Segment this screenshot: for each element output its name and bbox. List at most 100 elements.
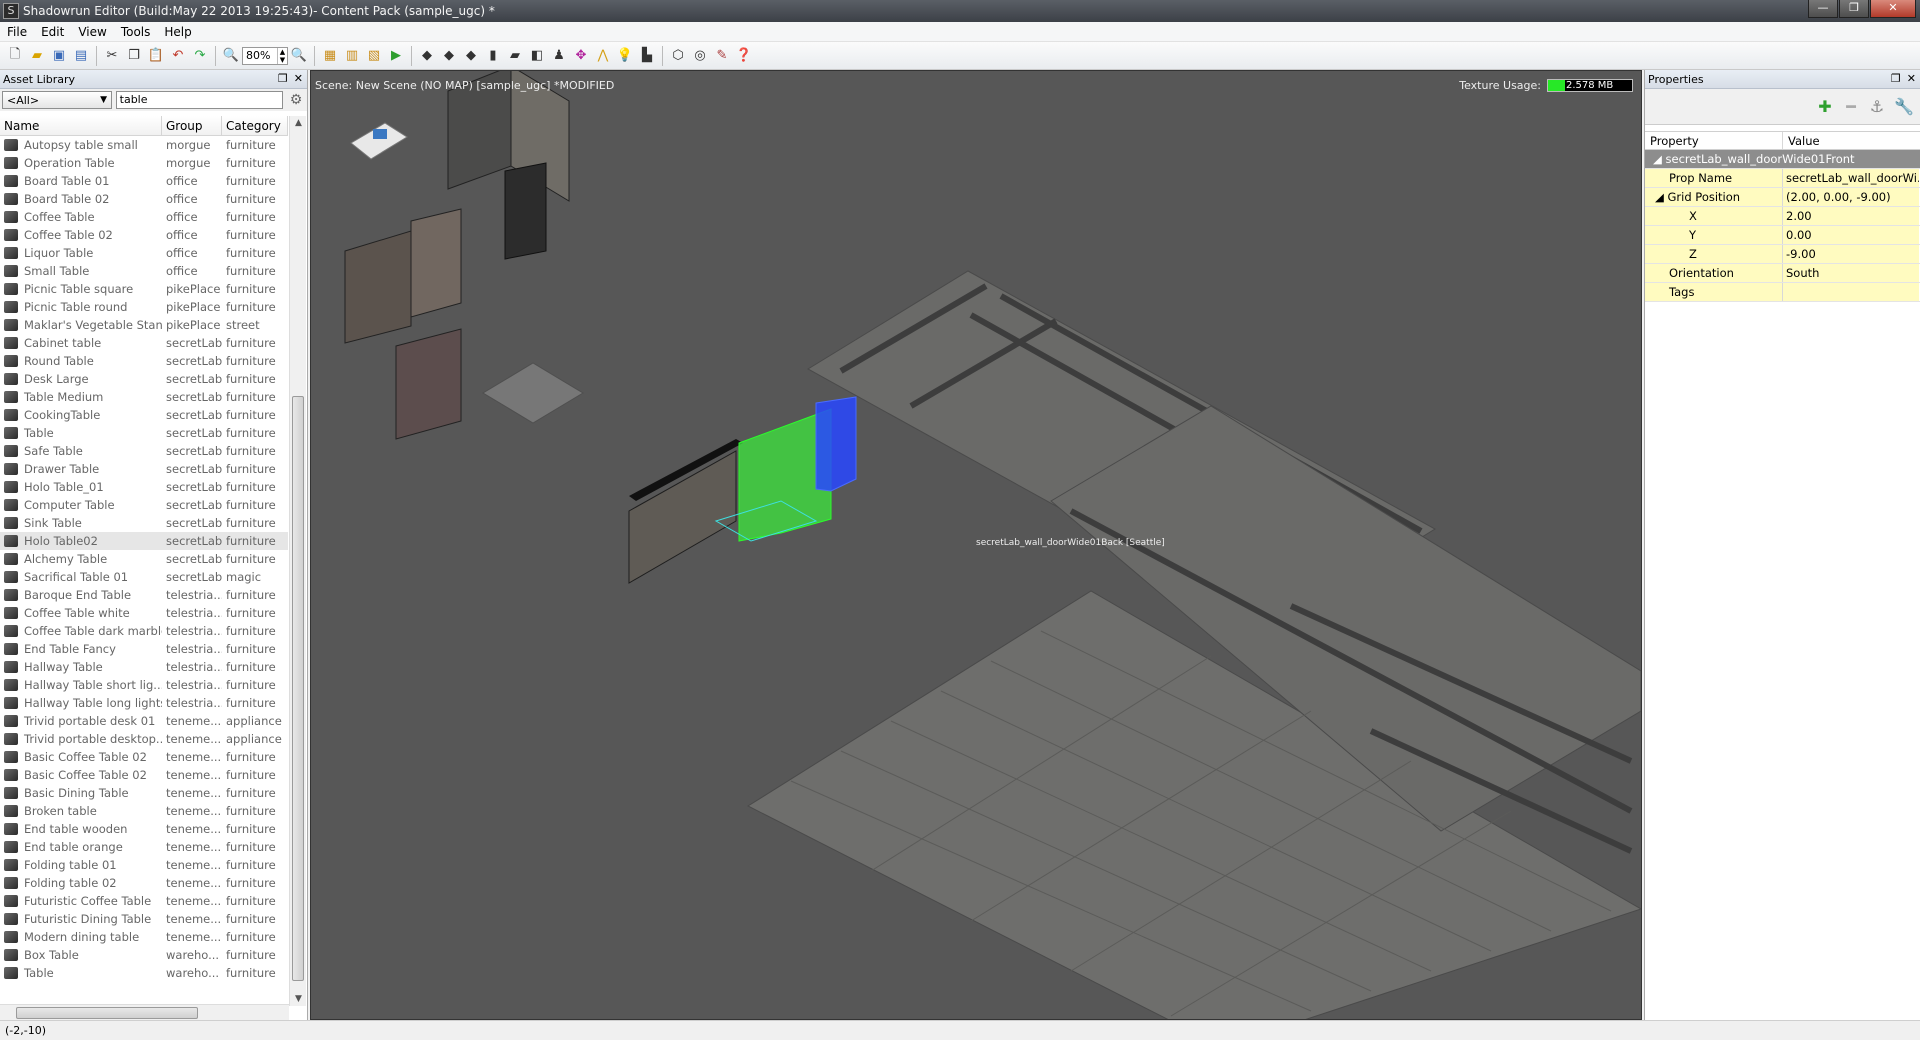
asset-row[interactable]: Futuristic Dining Table teneme... furnitur… — [0, 910, 288, 928]
asset-row[interactable]: Round Table secretLab furniture — [0, 352, 288, 370]
layout-icon[interactable]: ▧ — [363, 45, 385, 67]
menu-file[interactable]: File — [0, 25, 34, 39]
asset-row[interactable]: Hallway Table long lights telestria... fur… — [0, 694, 288, 712]
menu-help[interactable]: Help — [157, 25, 198, 39]
minimize-button[interactable]: — — [1808, 0, 1838, 18]
asset-row[interactable]: Coffee Table office furniture — [0, 208, 288, 226]
selected-door-back[interactable] — [815, 396, 857, 492]
asset-row[interactable]: Board Table 02 office furniture — [0, 190, 288, 208]
asset-row[interactable]: Hallway Table telestria... furniture — [0, 658, 288, 676]
close-button[interactable]: ✕ — [1870, 0, 1916, 18]
help-icon[interactable]: ❓ — [733, 45, 755, 67]
asset-row[interactable]: Futuristic Coffee Table teneme... furnitur… — [0, 892, 288, 910]
scrollbar-thumb[interactable] — [292, 396, 304, 981]
zoom-input[interactable]: 80% ▲ ▼ — [242, 46, 288, 65]
asset-row[interactable]: Table Medium secretLab furniture — [0, 388, 288, 406]
new-file-icon[interactable]: 🗋 — [4, 45, 26, 67]
property-row-z[interactable]: Z -9.00 — [1645, 245, 1920, 264]
brush-icon[interactable]: ✎ — [711, 45, 733, 67]
asset-row[interactable]: Alchemy Table secretLab furniture — [0, 550, 288, 568]
asset-row[interactable]: Desk Large secretLab furniture — [0, 370, 288, 388]
asset-horizontal-scrollbar[interactable] — [0, 1004, 289, 1020]
asset-row[interactable]: Sink Table secretLab furniture — [0, 514, 288, 532]
asset-row[interactable]: Picnic Table round pikePlace furniture — [0, 298, 288, 316]
grid-icon[interactable]: ▥ — [341, 45, 363, 67]
cube-icon[interactable]: ⬡ — [667, 45, 689, 67]
floor-tile2-icon[interactable]: ◆ — [438, 45, 460, 67]
asset-row[interactable]: Operation Table morgue furniture — [0, 154, 288, 172]
float-panel-icon[interactable]: ❐ — [278, 72, 288, 85]
property-value[interactable]: 2.00 — [1783, 207, 1919, 225]
map-icon[interactable]: ▦ — [319, 45, 341, 67]
property-row-y[interactable]: Y 0.00 — [1645, 226, 1920, 245]
property-value[interactable] — [1783, 283, 1919, 301]
column-header-category[interactable]: Category — [222, 116, 288, 135]
asset-row[interactable]: Box Table wareho... furniture — [0, 946, 288, 964]
asset-row[interactable]: Folding table 01 teneme... furniture — [0, 856, 288, 874]
asset-row[interactable]: CookingTable secretLab furniture — [0, 406, 288, 424]
asset-row[interactable]: Baroque End Table telestria... furniture — [0, 586, 288, 604]
asset-row[interactable]: Sacrifical Table 01 secretLab magic — [0, 568, 288, 586]
floor-tile-icon[interactable]: ◆ — [416, 45, 438, 67]
asset-row[interactable]: Coffee Table white telestria... furniture — [0, 604, 288, 622]
scroll-up-icon[interactable]: ▲ — [290, 118, 307, 128]
asset-vertical-scrollbar[interactable]: ▲ ▼ — [289, 116, 306, 1006]
property-row-x[interactable]: X 2.00 — [1645, 207, 1920, 226]
wrench-icon[interactable]: 🔧 — [1894, 97, 1914, 116]
property-value[interactable]: secretLab_wall_doorWi... — [1783, 169, 1919, 187]
asset-row[interactable]: Basic Coffee Table 02 teneme... furniture — [0, 766, 288, 784]
globe-icon[interactable]: ◎ — [689, 45, 711, 67]
asset-row[interactable]: Board Table 01 office furniture — [0, 172, 288, 190]
asset-row[interactable]: Autopsy table small morgue furniture — [0, 136, 288, 154]
menu-tools[interactable]: Tools — [114, 25, 158, 39]
prop-icon[interactable]: ◧ — [526, 45, 548, 67]
asset-row[interactable]: Basic Coffee Table 02 teneme... furniture — [0, 748, 288, 766]
wall-corner-icon[interactable]: ▰ — [504, 45, 526, 67]
zoom-out-icon[interactable]: 🔍 — [220, 45, 242, 67]
asset-row[interactable]: Maklar's Vegetable Stand pikePlace street — [0, 316, 288, 334]
close-panel-icon[interactable]: ✕ — [294, 72, 303, 85]
property-row-orientation[interactable]: Orientation South — [1645, 264, 1920, 283]
asset-row[interactable]: Table secretLab furniture — [0, 424, 288, 442]
asset-row[interactable]: Computer Table secretLab furniture — [0, 496, 288, 514]
save-all-icon[interactable]: ▤ — [70, 45, 92, 67]
add-icon[interactable]: ✚ — [1816, 97, 1834, 116]
column-header-group[interactable]: Group — [162, 116, 222, 135]
asset-row[interactable]: Holo Table02 secretLab furniture — [0, 532, 288, 550]
property-row-grid-position[interactable]: ◢ Grid Position (2.00, 0.00, -9.00) — [1645, 188, 1920, 207]
property-value[interactable]: 0.00 — [1783, 226, 1919, 244]
asset-row[interactable]: Safe Table secretLab furniture — [0, 442, 288, 460]
light-icon[interactable]: 💡 — [614, 45, 636, 67]
asset-row[interactable]: Folding table 02 teneme... furniture — [0, 874, 288, 892]
region-icon[interactable]: ✥ — [570, 45, 592, 67]
asset-row[interactable]: Cabinet table secretLab furniture — [0, 334, 288, 352]
maximize-button[interactable]: ❐ — [1839, 0, 1869, 18]
camera-icon[interactable]: ▙ — [636, 45, 658, 67]
scene-viewport[interactable]: Scene: New Scene (NO MAP) [sample_ugc] *… — [310, 70, 1642, 1020]
property-row-tags[interactable]: Tags — [1645, 283, 1920, 302]
zoom-spinner-icon[interactable]: ▲ ▼ — [277, 47, 287, 64]
asset-row[interactable]: Holo Table_01 secretLab furniture — [0, 478, 288, 496]
save-icon[interactable]: ▣ — [48, 45, 70, 67]
float-panel-icon[interactable]: ❐ — [1891, 72, 1901, 85]
asset-row[interactable]: End table orange teneme... furniture — [0, 838, 288, 856]
actor-icon[interactable]: ♟ — [548, 45, 570, 67]
asset-row[interactable]: Picnic Table square pikePlace furniture — [0, 280, 288, 298]
group-filter-select[interactable]: <All> ▼ — [2, 91, 112, 109]
close-panel-icon[interactable]: ✕ — [1907, 72, 1916, 85]
menu-view[interactable]: View — [71, 25, 113, 39]
asset-row[interactable]: Table wareho... furniture — [0, 964, 288, 982]
open-folder-icon[interactable]: ▰ — [26, 45, 48, 67]
gear-icon[interactable]: ⚙ — [287, 91, 305, 109]
copy-icon[interactable]: ❐ — [123, 45, 145, 67]
asset-row[interactable]: Liquor Table office furniture — [0, 244, 288, 262]
remove-icon[interactable]: ━ — [1842, 97, 1860, 116]
property-value[interactable]: South — [1783, 264, 1919, 282]
property-category[interactable]: ◢ secretLab_wall_doorWide01Front — [1645, 150, 1920, 169]
cut-icon[interactable]: ✂ — [101, 45, 123, 67]
anchor-icon[interactable]: ⚓ — [1868, 97, 1886, 116]
run-icon[interactable]: ▶ — [385, 45, 407, 67]
scroll-down-icon[interactable]: ▼ — [290, 994, 307, 1004]
asset-row[interactable]: Trivid portable desktop... teneme... appli… — [0, 730, 288, 748]
property-row-prop-name[interactable]: Prop Name secretLab_wall_doorWi... — [1645, 169, 1920, 188]
